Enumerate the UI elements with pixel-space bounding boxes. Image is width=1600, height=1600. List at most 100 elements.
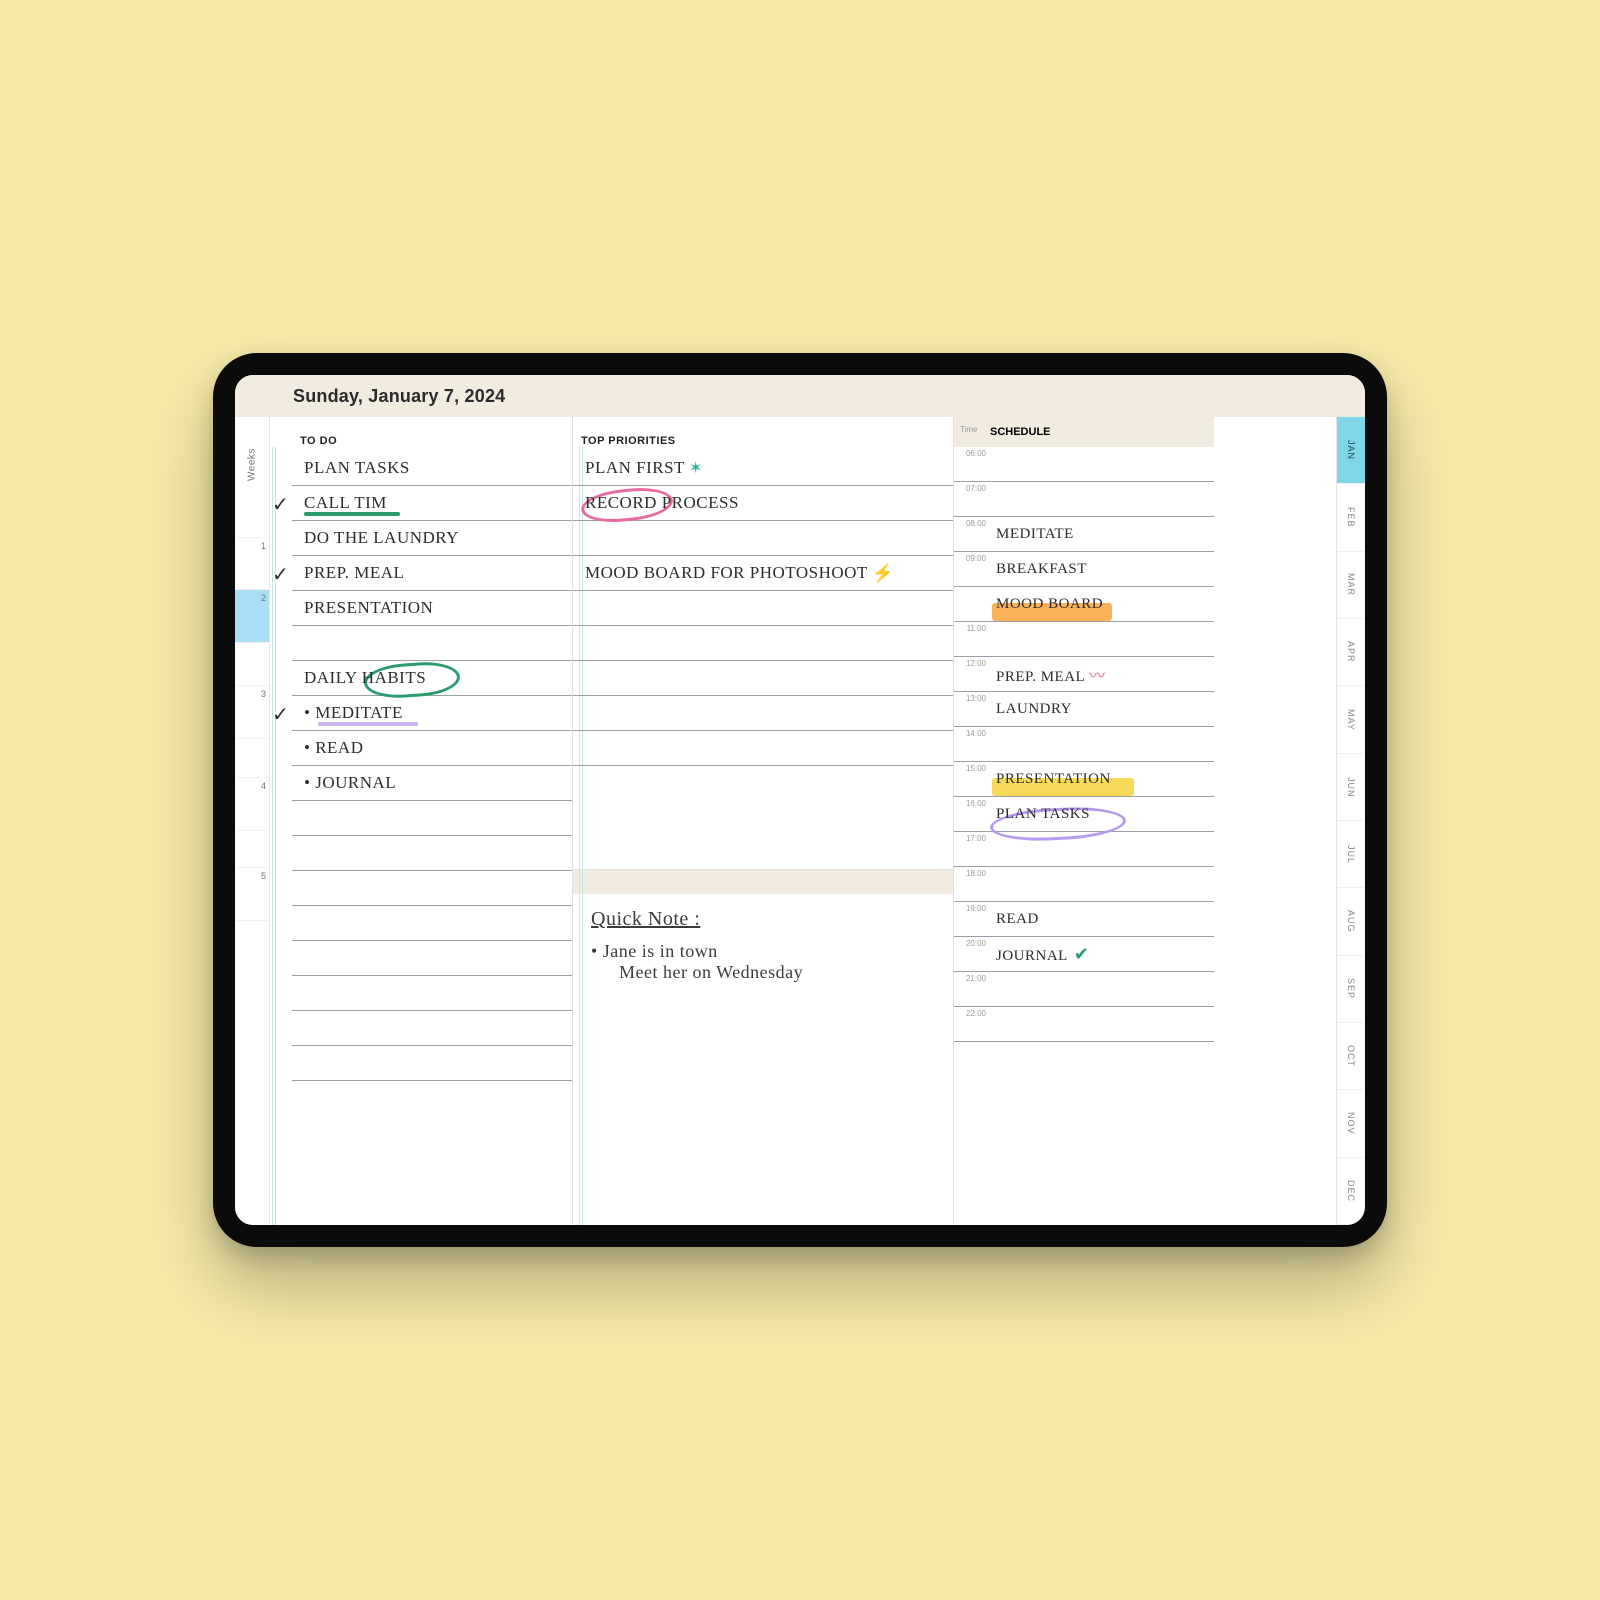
schedule-time: 22:00 [954, 1007, 990, 1018]
priority-text: PLAN FIRST [585, 458, 685, 478]
todo-line[interactable]: ✓• MEDITATE [292, 696, 572, 731]
todo-line[interactable] [292, 871, 572, 906]
schedule-row[interactable]: 14:00 [954, 727, 1214, 762]
priority-line[interactable] [573, 696, 953, 731]
todo-column[interactable]: TO DO PLAN TASKS✓CALL TIMDO THE LAUNDRY✓… [270, 417, 573, 1225]
todo-text: • JOURNAL [304, 773, 396, 793]
month-tab-mar[interactable]: MAR [1337, 552, 1365, 619]
schedule-row[interactable]: 21:00 [954, 972, 1214, 1007]
schedule-time [954, 587, 990, 589]
priorities-lines[interactable]: PLAN FIRST✶RECORD PROCESS MOOD BOARD FOR … [573, 451, 953, 869]
schedule-cell[interactable]: MOOD BOARD [990, 595, 1214, 613]
todo-text: PRESENTATION [304, 598, 433, 618]
schedule-cell[interactable]: JOURNAL✔ [990, 944, 1214, 965]
month-tab-dec[interactable]: DEC [1337, 1158, 1365, 1225]
schedule-text: PLAN TASKS [996, 806, 1090, 822]
month-tab-aug[interactable]: AUG [1337, 888, 1365, 955]
quick-note-body[interactable]: Quick Note : • Jane is in town Meet her … [573, 894, 953, 1225]
week-tab-4[interactable]: 4 [235, 777, 269, 831]
schedule-row[interactable]: 07:00 [954, 482, 1214, 517]
schedule-time: 15:00 [954, 762, 990, 773]
todo-line[interactable]: ✓CALL TIM [292, 486, 572, 521]
month-tab-apr[interactable]: APR [1337, 619, 1365, 686]
todo-line[interactable]: • READ [292, 731, 572, 766]
month-tab-oct[interactable]: OCT [1337, 1023, 1365, 1090]
schedule-row[interactable]: 16:00 PLAN TASKS [954, 797, 1214, 832]
schedule-row[interactable]: 20:00JOURNAL✔ [954, 937, 1214, 972]
todo-line[interactable]: PRESENTATION [292, 591, 572, 626]
todo-line[interactable] [292, 1046, 572, 1081]
month-tab-nov[interactable]: NOV [1337, 1090, 1365, 1157]
schedule-row[interactable]: 15:00PRESENTATION [954, 762, 1214, 797]
schedule-row[interactable]: 08:00MEDITATE [954, 517, 1214, 552]
schedule-row[interactable]: 06:00 [954, 447, 1214, 482]
schedule-cell[interactable]: BREAKFAST [990, 560, 1214, 578]
schedule-row[interactable]: 12:00PREP. MEAL〰 [954, 657, 1214, 692]
schedule-cell[interactable]: MEDITATE [990, 525, 1214, 543]
todo-lines[interactable]: PLAN TASKS✓CALL TIMDO THE LAUNDRY✓PREP. … [292, 451, 572, 1081]
todo-line[interactable]: • JOURNAL [292, 766, 572, 801]
priority-line[interactable]: RECORD PROCESS [573, 486, 953, 521]
todo-line[interactable] [292, 976, 572, 1011]
weeks-rail: Weeks 1 2 3 4 5 [235, 417, 270, 1225]
schedule-cell[interactable]: PREP. MEAL〰 [990, 662, 1214, 686]
schedule-row[interactable]: 18:00 [954, 867, 1214, 902]
quick-note-block[interactable]: Quick Note : • Jane is in town Meet her … [573, 870, 953, 1225]
schedule-row[interactable]: 13:00LAUNDRY [954, 692, 1214, 727]
tablet-frame: Sunday, January 7, 2024 Weeks 1 2 3 4 5 [213, 353, 1387, 1247]
priority-text: MOOD BOARD FOR PHOTOSHOOT [585, 563, 868, 583]
schedule-row[interactable]: 19:00READ [954, 902, 1214, 937]
priority-line[interactable] [573, 661, 953, 696]
schedule-row[interactable]: 11:00 [954, 622, 1214, 657]
schedule-text: MOOD BOARD [996, 596, 1103, 612]
schedule-time: 12:00 [954, 657, 990, 668]
todo-line[interactable] [292, 836, 572, 871]
schedule-rows[interactable]: 06:00 07:0008:00MEDITATE09:00BREAKFAST MOO… [954, 447, 1214, 1042]
month-tab-jul[interactable]: JUL [1337, 821, 1365, 888]
schedule-row[interactable]: 09:00BREAKFAST [954, 552, 1214, 587]
todo-line[interactable] [292, 626, 572, 661]
todo-line[interactable]: DO THE LAUNDRY [292, 521, 572, 556]
schedule-text: JOURNAL [996, 948, 1068, 964]
priority-line[interactable] [573, 591, 953, 626]
schedule-cell[interactable]: LAUNDRY [990, 700, 1214, 718]
todo-line[interactable]: DAILY HABITS [292, 661, 572, 696]
todo-line[interactable] [292, 1011, 572, 1046]
week-tab-3[interactable]: 3 [235, 685, 269, 739]
priority-line[interactable]: PLAN FIRST✶ [573, 451, 953, 486]
month-tab-feb[interactable]: FEB [1337, 484, 1365, 551]
schedule-row[interactable]: 22:00 [954, 1007, 1214, 1042]
schedule-cell[interactable]: PRESENTATION [990, 770, 1214, 788]
schedule-row[interactable]: MOOD BOARD [954, 587, 1214, 622]
priority-line[interactable]: MOOD BOARD FOR PHOTOSHOOT⚡ [573, 556, 953, 591]
todo-line[interactable] [292, 941, 572, 976]
month-tab-jan[interactable]: JAN [1337, 417, 1365, 484]
todo-text: CALL TIM [304, 493, 387, 513]
schedule-column[interactable]: Time SCHEDULE 06:0007:0008:00MEDITATE09:… [954, 417, 1214, 1225]
schedule-time: 16:00 [954, 797, 990, 808]
priority-line[interactable] [573, 626, 953, 661]
todo-line[interactable] [292, 906, 572, 941]
month-tab-may[interactable]: MAY [1337, 686, 1365, 753]
month-tab-jun[interactable]: JUN [1337, 754, 1365, 821]
todo-line[interactable] [292, 801, 572, 836]
schedule-cell[interactable]: READ [990, 910, 1214, 928]
week-tab-5[interactable]: 5 [235, 867, 269, 921]
todo-line[interactable]: PLAN TASKS [292, 451, 572, 486]
schedule-time: 17:00 [954, 832, 990, 843]
schedule-text: PREP. MEAL [996, 669, 1085, 685]
priority-line[interactable] [573, 521, 953, 556]
schedule-text: BREAKFAST [996, 561, 1087, 577]
month-tab-sep[interactable]: SEP [1337, 956, 1365, 1023]
bolt-icon: ⚡ [872, 563, 894, 584]
date-bar: Sunday, January 7, 2024 [235, 375, 1365, 417]
planner-screen[interactable]: Sunday, January 7, 2024 Weeks 1 2 3 4 5 [235, 375, 1365, 1225]
priority-line[interactable] [573, 731, 953, 766]
schedule-text: READ [996, 911, 1039, 927]
week-tab-1[interactable]: 1 [235, 537, 269, 591]
week-tab-2[interactable]: 2 [235, 589, 269, 643]
priorities-block[interactable]: TOP PRIORITIES PLAN FIRST✶RECORD PROCESS… [573, 417, 953, 870]
schedule-cell[interactable]: PLAN TASKS [990, 805, 1214, 823]
schedule-time: 06:00 [954, 447, 990, 458]
todo-line[interactable]: ✓PREP. MEAL [292, 556, 572, 591]
